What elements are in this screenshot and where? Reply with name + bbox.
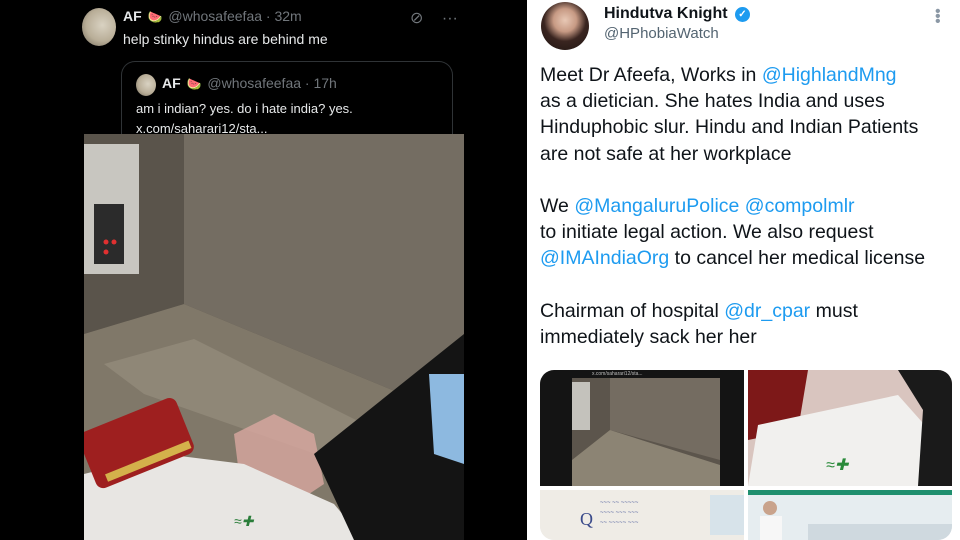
verified-badge-icon: ✓ <box>735 7 750 22</box>
svg-text:Q: Q <box>580 509 593 529</box>
text-segment: to cancel her medical license <box>669 247 926 270</box>
mention-link[interactable]: @HighlandMng <box>762 64 897 86</box>
text-segment: Chairman of hospital <box>540 299 725 322</box>
quoted-author-name: AF <box>162 75 181 91</box>
text-line: as a dietician. She hates India and uses <box>540 90 885 113</box>
tweet-paragraph-2: We @MangaluruPolice @compolmlr to initia… <box>540 193 958 272</box>
quoted-author-avatar <box>136 74 156 96</box>
text-line: to initiate legal action. We also reques… <box>540 221 874 244</box>
quoted-tweet-time: · 17h <box>304 75 337 91</box>
svg-text:~~~ ~~ ~~~~~: ~~~ ~~ ~~~~~ <box>600 500 639 506</box>
more-icon[interactable]: ··· <box>442 10 458 27</box>
media-image-1[interactable]: x.com/saharari12/sta... <box>540 370 744 486</box>
text-segment: Meet Dr Afeefa, Works in <box>540 64 762 86</box>
media-1-illustration <box>572 378 720 486</box>
text-line: are not safe at her workplace <box>540 142 792 165</box>
watermelon-emoji: 🍉 <box>186 77 202 91</box>
tweet-text: help stinky hindus are behind me <box>123 31 328 47</box>
media-url-text: x.com/saharari12/sta... <box>592 371 643 377</box>
author-name[interactable]: AF <box>123 8 142 24</box>
media-2-illustration: ≈✚ <box>748 370 952 486</box>
media-grid: x.com/saharari12/sta... ≈✚ Q ~~~ ~~ ~~~~ <box>540 370 952 540</box>
watermelon-emoji: 🍉 <box>147 10 163 24</box>
quoted-tweet-text: am i indian? yes. do i hate india? yes. <box>136 101 353 116</box>
right-tweet-panel: Hindutva Knight ✓ @HPhobiaWatch • • • Meet… <box>527 0 960 540</box>
media-image-2[interactable]: ≈✚ <box>748 370 952 486</box>
left-tweet-panel: AF 🍉 @whosafeefaa · 32m ⊘ ··· help stink… <box>0 0 527 540</box>
tweet-paragraph-1: Meet Dr Afeefa, Works in @HighlandMng as… <box>540 62 958 167</box>
tweet-header: AF 🍉 @whosafeefaa · 32m <box>123 8 302 24</box>
mention-link[interactable]: @compolmlr <box>745 195 855 217</box>
svg-text:~~ ~~~~~ ~~~: ~~ ~~~~~ ~~~ <box>600 520 639 526</box>
mention-link[interactable]: @dr_cpar <box>724 300 810 322</box>
svg-text:≈✚: ≈✚ <box>234 513 255 529</box>
mention-link[interactable]: @IMAIndiaOrg <box>540 247 669 269</box>
photo-illustration: ≈✚ <box>84 134 464 540</box>
tweet-photo[interactable]: ≈✚ <box>84 134 464 540</box>
tweet-body: Meet Dr Afeefa, Works in @HighlandMng as… <box>540 62 958 376</box>
svg-text:≈✚: ≈✚ <box>826 457 850 474</box>
author-handle[interactable]: @whosafeefaa <box>168 8 262 24</box>
text-line: immediately sack her her <box>540 326 757 348</box>
mention-link[interactable]: @MangaluruPolice <box>574 195 739 217</box>
media-image-3[interactable]: Q ~~~ ~~ ~~~~~ ~~~~ ~~~ ~~~ ~~ ~~~~~ ~~~ <box>540 490 744 540</box>
author-name-row: Hindutva Knight ✓ <box>604 5 750 23</box>
media-3-illustration: Q ~~~ ~~ ~~~~~ ~~~~ ~~~ ~~~ ~~ ~~~~~ ~~~ <box>540 490 744 540</box>
quoted-author-handle: @whosafeefaa <box>207 75 302 91</box>
author-avatar[interactable] <box>82 8 116 46</box>
quoted-tweet-header: AF 🍉 @whosafeefaa · 17h <box>162 75 337 91</box>
author-avatar[interactable] <box>541 2 589 50</box>
text-segment: must <box>810 299 858 322</box>
tweet-paragraph-3: Chairman of hospital @dr_cpar must immed… <box>540 298 958 350</box>
svg-text:~~~~ ~~~ ~~~: ~~~~ ~~~ ~~~ <box>600 510 639 516</box>
more-options-icon[interactable]: • • • <box>935 4 941 30</box>
tweet-time[interactable]: · 32m <box>266 8 302 24</box>
text-line: Hinduphobic slur. Hindu and Indian Patie… <box>540 116 919 139</box>
grok-icon[interactable]: ⊘ <box>410 10 423 27</box>
media-image-4[interactable] <box>748 490 952 540</box>
text-segment: We <box>540 195 575 217</box>
author-name[interactable]: Hindutva Knight <box>604 5 728 22</box>
tweet-actions: ⊘ ··· <box>410 8 472 28</box>
author-handle[interactable]: @HPhobiaWatch <box>604 25 719 42</box>
media-4-illustration <box>748 490 952 540</box>
